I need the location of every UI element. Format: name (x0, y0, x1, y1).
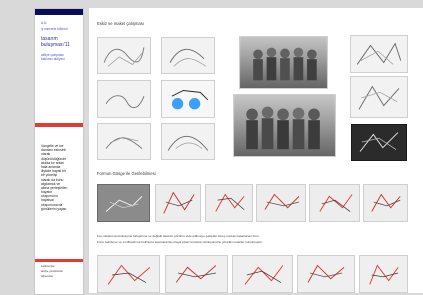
sidebar-header-small: A.Ü. (41, 21, 48, 25)
group-photo-large (233, 94, 336, 157)
sidebar-footer-line: atölye yürütücüsü (41, 269, 63, 273)
red-wire-model (371, 193, 401, 212)
red-wire-model (307, 264, 345, 283)
people-silhouettes (240, 37, 327, 88)
section-title-form: Formun Gösge ile Gerilebilmesi (97, 171, 156, 176)
red-wire-model-photo (359, 255, 408, 293)
red-wire-model-photo (205, 184, 253, 222)
sketch-photo (97, 123, 151, 160)
red-wire-model (319, 194, 353, 212)
sidebar-body-line: gönüllerini yayan (41, 206, 67, 211)
red-wire-model-photo (165, 255, 228, 293)
main-content: Eskiz ve maket çalışması Formun Gösge il… (89, 8, 423, 293)
red-wire-model (264, 193, 300, 210)
sidebar-footer-line: öğrenciler (41, 274, 54, 278)
form-model (105, 196, 143, 212)
sketch-photo (97, 80, 151, 118)
sketch-photo (161, 123, 215, 160)
caption-line: Form belirleme ve sınıflandırma belirlem… (97, 240, 263, 244)
sketch-lines (103, 47, 145, 67)
sidebar-footer-line: katılımcılar: (41, 264, 56, 268)
sketch-photo (97, 37, 151, 74)
sidebar-red-divider (35, 123, 83, 127)
sidebar-body: Vangelis ve ice damlası esinsinli olarak… (41, 144, 79, 211)
sketch-lines (105, 136, 143, 149)
white-wire-model (359, 132, 399, 152)
form-model-photo (97, 184, 150, 222)
dark-model-photo (351, 124, 407, 161)
sidebar-subtitle-line2: katılımcı atölyesi (41, 57, 65, 61)
model-photo (350, 35, 408, 73)
red-wire-model (244, 265, 284, 285)
red-wire-model-photo (309, 184, 360, 222)
red-wire-model-photo (155, 184, 201, 222)
red-wire-model-photo (97, 255, 160, 293)
sketch-lines (105, 95, 145, 108)
caption-line: Fon sıkıştırma fonksiyonu birleştirme ve… (97, 234, 260, 238)
red-wire-model-photo (297, 255, 355, 293)
red-wire-model-photo (232, 255, 293, 293)
red-wire-model (175, 265, 217, 283)
red-wire-model (369, 264, 399, 285)
model-lines (358, 85, 400, 110)
red-wire-model-photo (363, 184, 408, 222)
people-silhouettes-large (234, 95, 335, 156)
sketch-lines (169, 48, 207, 67)
section-title-sketches: Eskiz ve maket çalışması (97, 21, 145, 26)
sidebar-header: A.Ü. iç mimarlık bölümü tasarım buluşmas… (35, 15, 83, 73)
group-photo (239, 36, 328, 89)
red-wire-model (215, 193, 245, 212)
red-wire-model (107, 264, 151, 285)
sidebar-red-divider-2 (35, 259, 83, 262)
blue-model (171, 89, 209, 110)
red-wire-model (163, 191, 195, 214)
sketch-photo (161, 37, 215, 74)
page: A.Ü. iç mimarlık bölümü tasarım buluşmas… (0, 0, 423, 295)
blue-model-photo (161, 80, 215, 118)
red-wire-model-photo (256, 184, 306, 222)
model-lines (356, 42, 402, 65)
sidebar-title-line2: buluşması'11 (41, 42, 70, 48)
sidebar-department: iç mimarlık bölümü (41, 27, 68, 31)
model-photo (350, 76, 408, 118)
sketch-lines (167, 135, 209, 151)
sidebar: A.Ü. iç mimarlık bölümü tasarım buluşmas… (34, 8, 84, 295)
